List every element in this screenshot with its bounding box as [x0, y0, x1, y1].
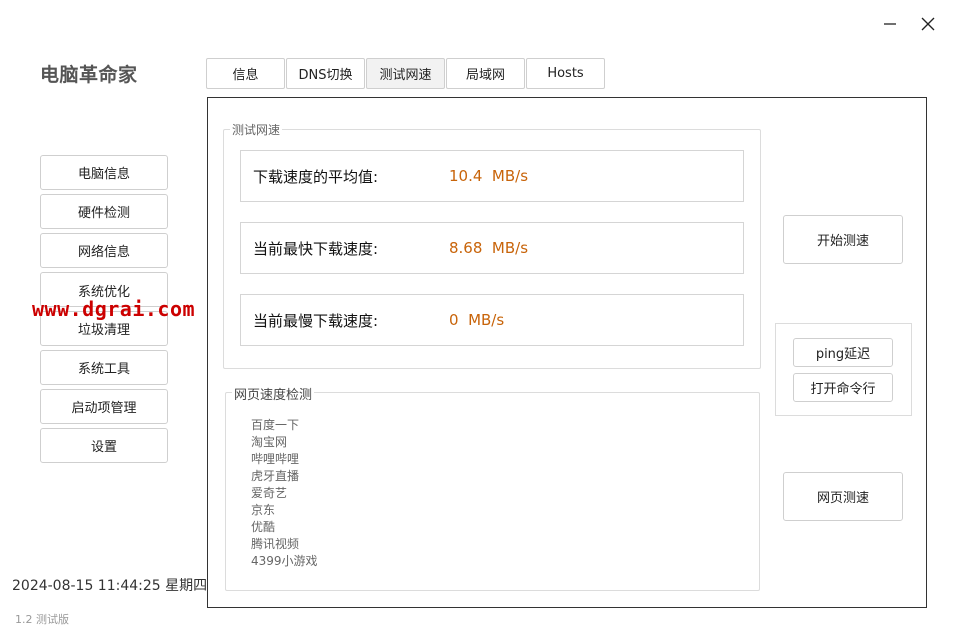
start-speed-test-button[interactable]: 开始测速 — [783, 215, 903, 264]
sidebar-item-computer-info[interactable]: 电脑信息 — [40, 155, 168, 190]
list-item: 爱奇艺 — [251, 486, 288, 500]
close-icon — [921, 17, 935, 31]
web-speed-test-button[interactable]: 网页测速 — [783, 472, 903, 521]
sidebar-item-system-tools[interactable]: 系统工具 — [40, 350, 168, 385]
avg-speed-box: 下载速度的平均值: 10.4 MB/s — [240, 150, 744, 202]
sidebar-item-startup-manager[interactable]: 启动项管理 — [40, 389, 168, 424]
web-speed-group-title: 网页速度检测 — [232, 384, 315, 403]
list-item: 优酷 — [251, 520, 276, 534]
min-speed-value: 0 MB/s — [449, 311, 505, 329]
network-tools-group: ping延迟 打开命令行 — [775, 323, 912, 416]
list-item: 虎牙直播 — [251, 469, 300, 483]
close-button[interactable] — [916, 12, 940, 36]
list-item: 4399小游戏 — [251, 554, 318, 568]
sidebar-item-network-info[interactable]: 网络信息 — [40, 233, 168, 268]
list-item: 腾讯视频 — [251, 537, 300, 551]
sidebar-item-settings[interactable]: 设置 — [40, 428, 168, 463]
minimize-icon — [884, 23, 896, 25]
tab-info[interactable]: 信息 — [206, 58, 285, 89]
open-cmd-button[interactable]: 打开命令行 — [793, 373, 893, 402]
speed-test-panel: 测试网速 下载速度的平均值: 10.4 MB/s 当前最快下载速度: 8.68 … — [207, 97, 927, 608]
speed-test-group: 测试网速 下载速度的平均值: 10.4 MB/s 当前最快下载速度: 8.68 … — [223, 121, 761, 369]
avg-speed-label: 下载速度的平均值: — [253, 167, 379, 186]
min-speed-label: 当前最慢下载速度: — [253, 311, 379, 330]
site-list: 百度一下 淘宝网 哔哩哔哩 虎牙直播 爱奇艺 京东 优酷 腾讯视频 4399小游… — [251, 417, 318, 570]
max-speed-value: 8.68 MB/s — [449, 239, 529, 257]
sidebar-item-hardware-check[interactable]: 硬件检测 — [40, 194, 168, 229]
app-title: 电脑革命家 — [40, 64, 138, 86]
max-speed-box: 当前最快下载速度: 8.68 MB/s — [240, 222, 744, 274]
watermark: www.dgrai.com — [32, 297, 196, 321]
version-label: 1.2 测试版 — [15, 613, 69, 626]
minimize-button[interactable] — [878, 12, 902, 36]
tab-dns-switch[interactable]: DNS切换 — [286, 58, 365, 89]
max-speed-label: 当前最快下载速度: — [253, 239, 379, 258]
list-item: 淘宝网 — [251, 435, 288, 449]
list-item: 京东 — [251, 503, 276, 517]
min-speed-box: 当前最慢下载速度: 0 MB/s — [240, 294, 744, 346]
list-item: 哔哩哔哩 — [251, 452, 300, 466]
avg-speed-value: 10.4 MB/s — [449, 167, 529, 185]
speed-test-group-title: 测试网速 — [230, 121, 283, 138]
ping-latency-button[interactable]: ping延迟 — [793, 338, 893, 367]
web-speed-group: 网页速度检测 百度一下 淘宝网 哔哩哔哩 虎牙直播 爱奇艺 京东 优酷 腾讯视频… — [225, 384, 760, 591]
datetime-display: 2024-08-15 11:44:25 星期四 — [12, 578, 208, 594]
tab-hosts[interactable]: Hosts — [526, 58, 605, 89]
list-item: 百度一下 — [251, 418, 300, 432]
tab-speed-test[interactable]: 测试网速 — [366, 58, 445, 89]
tab-lan[interactable]: 局域网 — [446, 58, 525, 89]
